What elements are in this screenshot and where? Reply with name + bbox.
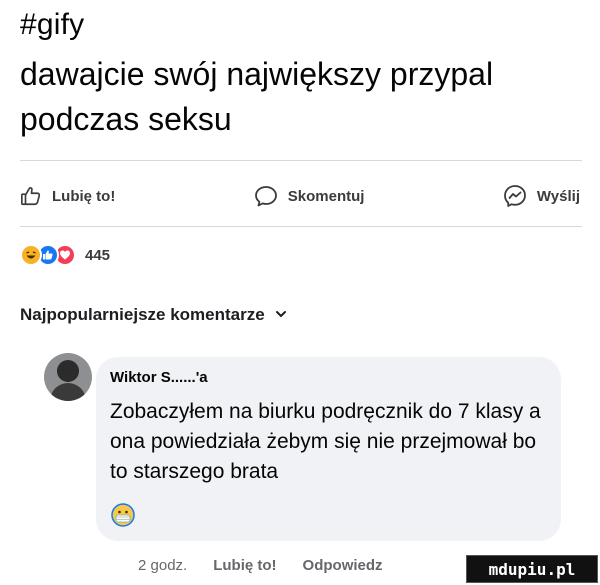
comment-text: Zobaczyłem na biurku podręcznik do 7 kla… (110, 400, 541, 483)
avatar-head (57, 360, 79, 382)
avatar[interactable] (44, 353, 92, 401)
comment-reply-button[interactable]: Odpowiedz (303, 557, 383, 574)
comment-button[interactable]: Skomentuj (254, 185, 365, 207)
thumbs-up-icon (20, 185, 42, 207)
divider (20, 226, 582, 227)
reactions-count: 445 (85, 246, 111, 264)
watermark: mdupiu.pl (466, 555, 598, 583)
post-actions: Lubię to! Skomentuj Wyślij (20, 182, 580, 210)
comment-time[interactable]: 2 godz. (138, 557, 187, 574)
reactions-summary[interactable]: 445 (20, 242, 110, 268)
send-button[interactable]: Wyślij (503, 184, 580, 208)
post-hashtag[interactable]: #gify (20, 8, 84, 42)
comment-bubble: Wiktor S......'a Zobaczyłem na biurku po… (96, 357, 561, 541)
mask-face-emoji (111, 503, 135, 532)
divider (20, 160, 582, 161)
comments-sort-dropdown[interactable]: Najpopularniejsze komentarze (20, 305, 287, 325)
comment-bubble-icon (254, 185, 278, 207)
haha-icon (20, 244, 42, 266)
comment-label: Skomentuj (287, 187, 365, 205)
comment-author[interactable]: Wiktor S......'a (110, 369, 208, 386)
send-label: Wyślij (536, 187, 580, 205)
like-label: Lubię to! (52, 187, 116, 205)
like-button[interactable]: Lubię to! (20, 185, 115, 207)
messenger-icon (503, 184, 527, 208)
avatar-body (50, 383, 86, 401)
chevron-down-icon (275, 305, 287, 325)
comment-like-button[interactable]: Lubię to! (213, 557, 276, 574)
comments-sort-label: Najpopularniejsze komentarze (20, 305, 265, 324)
comment-meta: 2 godz. Lubię to! Odpowiedz (138, 557, 383, 574)
post-text: dawajcie swój największy przypal podczas… (20, 56, 494, 137)
